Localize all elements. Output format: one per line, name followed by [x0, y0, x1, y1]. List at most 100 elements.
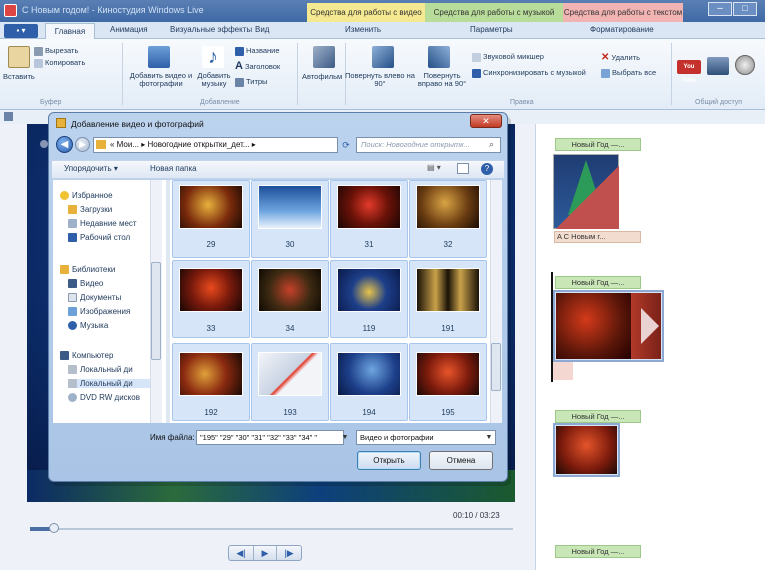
seek-thumb[interactable]: [49, 523, 59, 533]
clip-caption[interactable]: Новый Год —...: [555, 276, 641, 289]
previous-frame-button[interactable]: ◀|: [229, 546, 253, 560]
chevron-down-icon[interactable]: ▼: [484, 431, 494, 444]
star-icon: [60, 191, 69, 201]
folder-icon: [56, 118, 66, 128]
address-bar[interactable]: « Мои... ▸ Новогодние открытки_дет... ▸: [93, 137, 338, 153]
minimize-button[interactable]: –: [708, 2, 732, 16]
downloads-icon: [68, 205, 77, 215]
seek-bar[interactable]: [30, 528, 513, 530]
nav-downloads[interactable]: Загрузки: [68, 205, 150, 215]
refresh-icon[interactable]: ⟳: [339, 137, 353, 153]
credits-label: Титры: [246, 77, 268, 86]
chevron-down-icon[interactable]: ▼: [340, 431, 350, 444]
nav-local-disk[interactable]: Локальный ди: [68, 365, 150, 375]
organize-menu[interactable]: Упорядочить ▾: [64, 164, 118, 173]
drive-icon: [68, 379, 77, 389]
nav-computer[interactable]: Компьютер: [60, 351, 113, 361]
cancel-button[interactable]: Отмена: [429, 451, 493, 470]
caption-button[interactable]: A Заголовок: [235, 60, 280, 72]
music-track-segment[interactable]: [553, 362, 573, 380]
play-button[interactable]: ▶: [253, 546, 277, 560]
file-thumbnail: [337, 185, 401, 229]
music-icon: [68, 321, 77, 331]
context-group-video: Средства для работы с видео: [307, 3, 425, 22]
save-movie-icon[interactable]: [735, 55, 755, 75]
tab-visual-effects[interactable]: Визуальные эффекты: [170, 25, 252, 34]
file-menu-button[interactable]: ▪ ▾: [4, 24, 38, 38]
preview-pane-icon[interactable]: [457, 163, 469, 174]
paste-button[interactable]: Вставить: [3, 72, 35, 81]
context-group-text: Средства для работы с текстом: [563, 3, 683, 22]
nav-scroll-thumb[interactable]: [151, 262, 161, 360]
help-icon[interactable]: ?: [481, 163, 493, 175]
select-all-icon: [601, 68, 610, 78]
nav-label: DVD RW дисков: [80, 393, 140, 402]
nav-dvd-drive[interactable]: DVD RW дисков: [68, 393, 150, 403]
automovie-button[interactable]: Автофильм: [302, 72, 342, 81]
tab-edit[interactable]: Изменить: [345, 25, 381, 34]
file-name: 195: [441, 408, 455, 417]
search-input[interactable]: Поиск: Новогодние открытк...: [356, 137, 501, 153]
nav-libraries[interactable]: Библиотеки: [60, 265, 116, 275]
nav-label: Недавние мест: [80, 219, 137, 228]
cut-button[interactable]: Вырезать: [34, 46, 78, 56]
rotate-right-button[interactable]: Повернуть вправо на 90°: [414, 72, 470, 88]
filetype-select[interactable]: Видео и фотографии: [356, 430, 496, 445]
views-menu[interactable]: ▤ ▾: [427, 163, 447, 175]
copy-button[interactable]: Копировать: [34, 58, 85, 68]
credits-button[interactable]: Титры: [235, 77, 267, 87]
clip-caption[interactable]: Новый Год —...: [555, 138, 641, 151]
select-all-label: Выбрать все: [612, 68, 657, 77]
nav-favorites[interactable]: Избранное: [60, 191, 113, 201]
nav-label: Библиотеки: [72, 265, 116, 274]
file-grid-scroll-thumb[interactable]: [491, 343, 501, 391]
filename-input[interactable]: "195" "29" "30" "31" "32" "33" "34" ": [196, 430, 344, 445]
share-device-icon[interactable]: [707, 57, 729, 75]
tab-format[interactable]: Форматирование: [590, 25, 654, 34]
sound-mixer-button[interactable]: Звуковой микшер: [472, 52, 544, 62]
nav-desktop[interactable]: Рабочий стол: [68, 233, 150, 243]
search-icon[interactable]: ⌕: [489, 139, 500, 150]
text-caption-clip[interactable]: A С Новым г...: [554, 231, 641, 243]
youtube-share-button[interactable]: You Tube: [677, 60, 701, 84]
clip-caption[interactable]: Новый Год —...: [555, 410, 641, 423]
back-arrow-icon[interactable]: ◀: [56, 136, 73, 153]
rotate-left-button[interactable]: Повернуть влево на 90°: [344, 72, 416, 88]
next-frame-button[interactable]: |▶: [277, 546, 301, 560]
open-button[interactable]: Открыть: [357, 451, 421, 470]
maximize-button[interactable]: □: [733, 2, 757, 16]
nav-video[interactable]: Видео: [68, 279, 150, 289]
tab-options[interactable]: Параметры: [470, 25, 513, 34]
file-thumbnail: [179, 352, 243, 396]
sound-mixer-label: Звуковой микшер: [483, 52, 544, 61]
sync-music-button[interactable]: Синхронизировать с музыкой: [472, 68, 586, 78]
add-music-button[interactable]: Добавить музыку: [196, 72, 232, 88]
nav-pictures[interactable]: Изображения: [68, 307, 150, 317]
file-thumbnail: [337, 352, 401, 396]
add-video-photos-button[interactable]: Добавить видео и фотографии: [127, 72, 195, 88]
title-button[interactable]: Название: [235, 46, 280, 56]
forward-arrow-icon[interactable]: ▶: [75, 137, 90, 152]
clip-caption[interactable]: Новый Год —...: [555, 545, 641, 558]
select-all-button[interactable]: Выбрать все: [601, 68, 656, 78]
save-icon[interactable]: [4, 112, 13, 121]
app-icon[interactable]: [4, 4, 17, 17]
nav-label: Документы: [80, 293, 122, 302]
tab-home[interactable]: Главная: [45, 23, 95, 40]
nav-music[interactable]: Музыка: [68, 321, 150, 331]
scissors-icon: [34, 46, 43, 56]
dialog-close-button[interactable]: ✕: [470, 114, 502, 128]
file-name: 29: [206, 240, 216, 249]
new-folder-button[interactable]: Новая папка: [150, 164, 197, 173]
nav-documents[interactable]: Документы: [68, 293, 150, 303]
nav-recent[interactable]: Недавние мест: [68, 219, 150, 229]
tab-animation[interactable]: Анимация: [110, 25, 148, 34]
rotate-right-icon: [428, 46, 450, 68]
file-name: 191: [441, 324, 455, 333]
clipboard-group-label: Буфер: [40, 99, 62, 106]
group-divider: [297, 43, 298, 105]
nav-local-disk[interactable]: Локальный ди: [68, 379, 150, 389]
remove-button[interactable]: ✕ Удалить: [601, 52, 640, 63]
video-icon: [68, 279, 77, 289]
tab-view[interactable]: Вид: [255, 25, 269, 34]
